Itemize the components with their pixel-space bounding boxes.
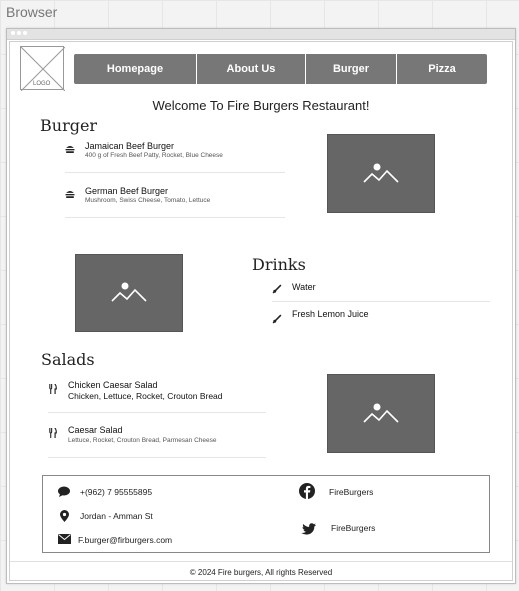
image-icon bbox=[111, 282, 147, 302]
item-name: German Beef Burger bbox=[85, 186, 169, 196]
fork-knife-icon bbox=[49, 428, 57, 438]
item-description: Chicken, Lettuce, Rocket, Crouton Bread bbox=[68, 391, 223, 401]
main-nav: Homepage About Us Burger Pizza bbox=[74, 54, 487, 84]
facebook-icon[interactable] bbox=[299, 483, 315, 499]
divider bbox=[48, 457, 266, 458]
menu-item[interactable]: Chicken Caesar Salad Chicken, Lettuce, R… bbox=[48, 379, 268, 405]
location-pin-icon bbox=[60, 510, 69, 522]
item-name: Caesar Salad bbox=[68, 425, 123, 435]
browser-window: LOGO Homepage About Us Burger Pizza Welc… bbox=[6, 28, 516, 584]
divider bbox=[272, 301, 490, 302]
drinks-section-title: Drinks bbox=[252, 255, 306, 274]
logo-text: LOGO bbox=[33, 81, 51, 87]
menu-item[interactable]: Caesar Salad Lettuce, Rocket, Crouton Br… bbox=[48, 423, 268, 449]
footer-divider bbox=[10, 561, 512, 562]
image-icon bbox=[363, 403, 399, 423]
window-dot-icon bbox=[11, 31, 15, 35]
fork-knife-icon bbox=[49, 384, 57, 394]
item-name: Jamaican Beef Burger bbox=[85, 141, 175, 151]
item-description: 400 g of Fresh Beef Patty, Rocket, Blue … bbox=[85, 152, 223, 159]
menu-item[interactable]: Jamaican Beef Burger 400 g of Fresh Beef… bbox=[65, 140, 285, 170]
logo[interactable]: LOGO bbox=[20, 46, 65, 91]
salads-section-title: Salads bbox=[41, 350, 95, 369]
salads-image-placeholder bbox=[327, 374, 435, 453]
nav-pizza[interactable]: Pizza bbox=[397, 54, 487, 84]
contact-phone[interactable]: +(962) 7 95555895 bbox=[80, 487, 152, 497]
burger-image-placeholder bbox=[327, 134, 435, 213]
contact-box: +(962) 7 95555895 Jordan - Amman St F.bu… bbox=[42, 475, 490, 553]
burger-section-title: Burger bbox=[40, 116, 98, 135]
nav-homepage[interactable]: Homepage bbox=[74, 54, 197, 84]
divider bbox=[65, 217, 285, 218]
item-name: Fresh Lemon Juice bbox=[292, 309, 369, 319]
burger-icon bbox=[65, 145, 75, 153]
menu-item[interactable]: Fresh Lemon Juice bbox=[272, 308, 490, 324]
divider bbox=[48, 412, 266, 413]
welcome-heading: Welcome To Fire Burgers Restaurant! bbox=[152, 98, 370, 113]
web-page: LOGO Homepage About Us Burger Pizza Welc… bbox=[9, 41, 513, 581]
menu-item[interactable]: Water bbox=[272, 281, 490, 297]
nav-about-us[interactable]: About Us bbox=[197, 54, 306, 84]
contact-email[interactable]: F.burger@firburgers.com bbox=[78, 535, 172, 545]
straw-icon bbox=[272, 284, 282, 294]
burger-icon bbox=[65, 190, 75, 198]
browser-titlebar bbox=[7, 29, 515, 40]
item-name: Water bbox=[292, 282, 316, 292]
twitter-icon[interactable] bbox=[299, 523, 316, 537]
window-dot-icon bbox=[17, 31, 21, 35]
copyright-text: © 2024 Fire burgers, All rights Reserved bbox=[189, 568, 333, 577]
nav-burger[interactable]: Burger bbox=[306, 54, 397, 84]
window-dot-icon bbox=[23, 31, 27, 35]
twitter-link[interactable]: FireBurgers bbox=[331, 523, 375, 533]
item-description: Mushroom, Swiss Cheese, Tomato, Lettuce bbox=[85, 197, 211, 204]
straw-icon bbox=[272, 314, 282, 324]
image-icon bbox=[363, 163, 399, 183]
menu-item[interactable]: German Beef Burger Mushroom, Swiss Chees… bbox=[65, 185, 285, 215]
chat-icon bbox=[58, 486, 70, 497]
canvas-label: Browser bbox=[6, 4, 58, 20]
item-description: Lettuce, Rocket, Crouton Bread, Parmesan… bbox=[68, 437, 217, 444]
divider bbox=[65, 172, 285, 173]
drinks-image-placeholder bbox=[75, 254, 183, 332]
contact-location: Jordan - Amman St bbox=[80, 511, 153, 521]
item-name: Chicken Caesar Salad bbox=[68, 380, 158, 390]
email-icon bbox=[58, 534, 71, 544]
window-dots bbox=[11, 31, 27, 35]
facebook-link[interactable]: FireBurgers bbox=[329, 487, 373, 497]
